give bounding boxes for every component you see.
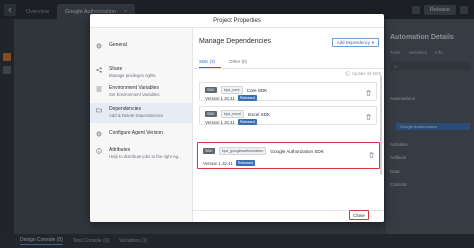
sdk-version: Version 1.32.41	[203, 160, 233, 166]
sdk-name: Google Authorization SDK	[270, 148, 324, 154]
dialog-title: Project Properties	[213, 17, 261, 24]
dialog-header: Project Properties	[90, 14, 384, 28]
refresh-icon	[345, 71, 350, 76]
chevron-down-icon: ▾	[371, 39, 375, 45]
trash-icon[interactable]	[369, 152, 374, 158]
nav-item-environment-variables[interactable]: Environment Variables Set Environment Va…	[90, 83, 192, 101]
nav-item-general[interactable]: General	[90, 39, 192, 51]
tab-other[interactable]: Other (0)	[229, 56, 253, 68]
dependency-card-core[interactable]: SDK irpa_core Core SDK Version 1.32.41 R…	[199, 82, 377, 101]
status-badge: Released	[237, 119, 258, 125]
close-button[interactable]: Close	[349, 210, 369, 220]
package-name: irpa_excel	[220, 110, 245, 118]
gear-icon	[96, 43, 102, 49]
nav-attributes-subtitle: Help to distribute jobs to the right Ag.…	[109, 154, 182, 159]
trash-icon[interactable]	[366, 90, 371, 96]
sdk-version: Version 1.32.41	[205, 119, 235, 125]
tabs-divider	[193, 68, 384, 69]
dependencies-content: Manage Dependencies Add Dependency ▾ SDK…	[193, 28, 384, 222]
nav-dependencies-subtitle: Add & Delete Dependencies	[109, 113, 163, 118]
tab-sdk[interactable]: SDK (3)	[199, 56, 222, 68]
sdk-badge: SDK	[205, 111, 217, 117]
nav-share-subtitle: Manage privileges rights	[109, 73, 156, 78]
add-dependency-button[interactable]: Add Dependency ▾	[332, 38, 379, 47]
project-properties-dialog: Project Properties General Share Manage …	[90, 14, 384, 222]
dependency-card-google-authorization[interactable]: SDK irpa_googleauthorization Google Auth…	[197, 142, 380, 169]
nav-attributes-title: Attributes	[109, 147, 131, 153]
add-dependency-label: Add Dependency	[336, 40, 370, 45]
nav-env-title: Environment Variables	[109, 85, 159, 91]
share-icon	[96, 67, 102, 73]
nav-item-attributes[interactable]: Attributes Help to distribute jobs to th…	[90, 145, 192, 163]
sdk-name: Core SDK	[246, 87, 268, 93]
folder-icon	[96, 107, 102, 113]
scrollbar[interactable]	[380, 75, 382, 175]
dependency-tabs: SDK (3) Other (0)	[199, 56, 261, 68]
trash-icon[interactable]	[366, 114, 371, 120]
nav-dependencies-title: Dependencies	[109, 106, 141, 112]
dependency-card-excel[interactable]: SDK irpa_excel Excel SDK Version 1.32.41…	[199, 106, 377, 125]
nav-agent-title: Configure Agent Version	[109, 130, 163, 136]
sdk-name: Excel SDK	[248, 111, 271, 117]
sdk-badge: SDK	[203, 148, 215, 154]
package-name: irpa_core	[220, 86, 243, 94]
gear-icon	[96, 131, 102, 137]
update-all-sdk-button[interactable]: Update all SDK	[345, 71, 381, 76]
info-icon	[96, 148, 102, 154]
list-icon	[96, 86, 102, 92]
sdk-version: Version 1.32.41	[205, 95, 235, 101]
package-name: irpa_googleauthorization	[218, 147, 267, 155]
nav-item-dependencies[interactable]: Dependencies Add & Delete Dependencies	[90, 103, 192, 123]
nav-share-title: Share	[109, 66, 123, 72]
sdk-badge: SDK	[205, 87, 217, 93]
dialog-nav: General Share Manage privileges rights E…	[90, 28, 193, 222]
update-all-sdk-label: Update all SDK	[352, 71, 382, 76]
nav-item-configure-agent-version[interactable]: Configure Agent Version	[90, 127, 192, 139]
status-badge: Released	[237, 95, 258, 101]
status-badge: Released	[235, 160, 256, 166]
nav-item-share[interactable]: Share Manage privileges rights	[90, 64, 192, 82]
nav-general-title: General	[109, 42, 127, 48]
nav-env-subtitle: Set Environment Variables	[109, 92, 160, 97]
content-title: Manage Dependencies	[199, 38, 271, 45]
